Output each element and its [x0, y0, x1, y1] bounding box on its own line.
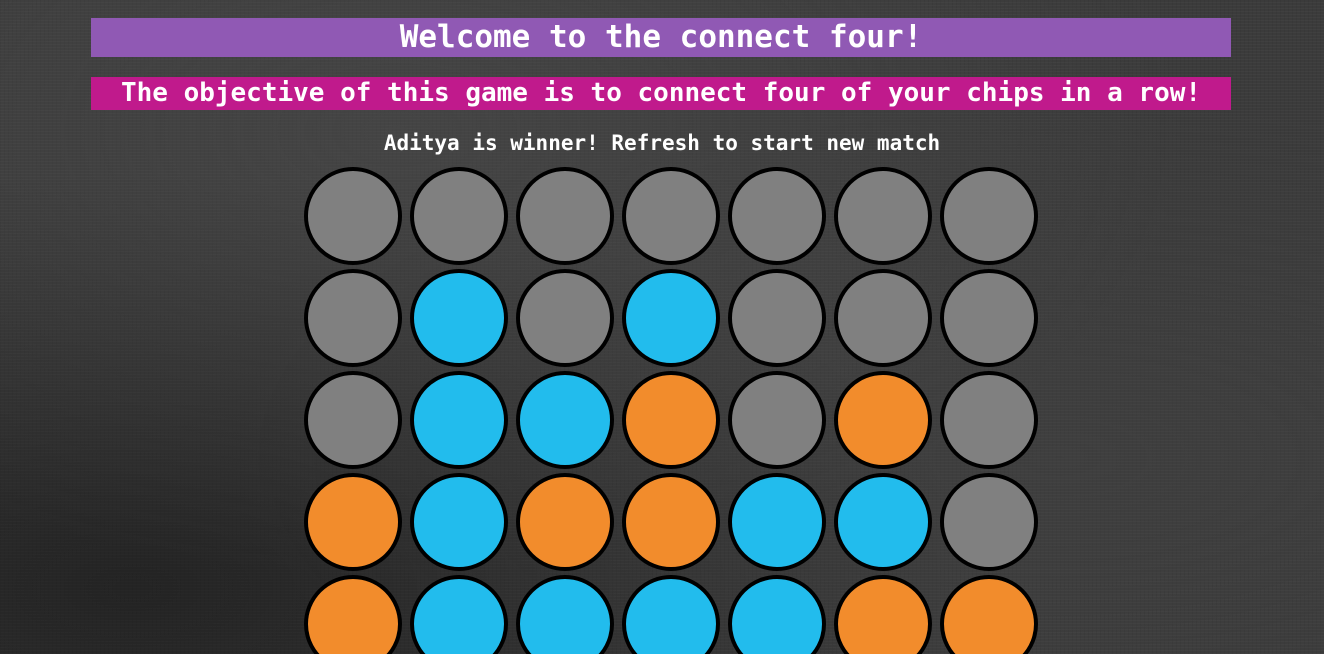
empty-slot[interactable]	[728, 167, 826, 265]
blue-chip[interactable]	[516, 575, 614, 654]
orange-chip[interactable]	[304, 473, 402, 571]
empty-slot[interactable]	[940, 371, 1038, 469]
game-board	[304, 167, 1038, 654]
empty-slot[interactable]	[304, 167, 402, 265]
page-title: Welcome to the connect four!	[91, 18, 1231, 57]
game-objective: The objective of this game is to connect…	[91, 77, 1231, 110]
empty-slot[interactable]	[834, 167, 932, 265]
blue-chip[interactable]	[516, 371, 614, 469]
board-row	[304, 167, 1038, 265]
empty-slot[interactable]	[304, 269, 402, 367]
empty-slot[interactable]	[516, 269, 614, 367]
empty-slot[interactable]	[940, 167, 1038, 265]
empty-slot[interactable]	[728, 269, 826, 367]
blue-chip[interactable]	[410, 269, 508, 367]
empty-slot[interactable]	[834, 269, 932, 367]
blue-chip[interactable]	[728, 575, 826, 654]
blue-chip[interactable]	[728, 473, 826, 571]
orange-chip[interactable]	[834, 575, 932, 654]
orange-chip[interactable]	[516, 473, 614, 571]
empty-slot[interactable]	[940, 473, 1038, 571]
blue-chip[interactable]	[622, 269, 720, 367]
empty-slot[interactable]	[410, 167, 508, 265]
empty-slot[interactable]	[622, 167, 720, 265]
orange-chip[interactable]	[622, 371, 720, 469]
winner-status: Aditya is winner! Refresh to start new m…	[383, 131, 941, 155]
blue-chip[interactable]	[410, 371, 508, 469]
orange-chip[interactable]	[940, 575, 1038, 654]
orange-chip[interactable]	[622, 473, 720, 571]
board-row	[304, 269, 1038, 367]
blue-chip[interactable]	[410, 473, 508, 571]
board-row	[304, 473, 1038, 571]
empty-slot[interactable]	[516, 167, 614, 265]
board-row	[304, 371, 1038, 469]
orange-chip[interactable]	[834, 371, 932, 469]
empty-slot[interactable]	[304, 371, 402, 469]
empty-slot[interactable]	[728, 371, 826, 469]
orange-chip[interactable]	[304, 575, 402, 654]
blue-chip[interactable]	[834, 473, 932, 571]
blue-chip[interactable]	[622, 575, 720, 654]
empty-slot[interactable]	[940, 269, 1038, 367]
blue-chip[interactable]	[410, 575, 508, 654]
board-row	[304, 575, 1038, 654]
